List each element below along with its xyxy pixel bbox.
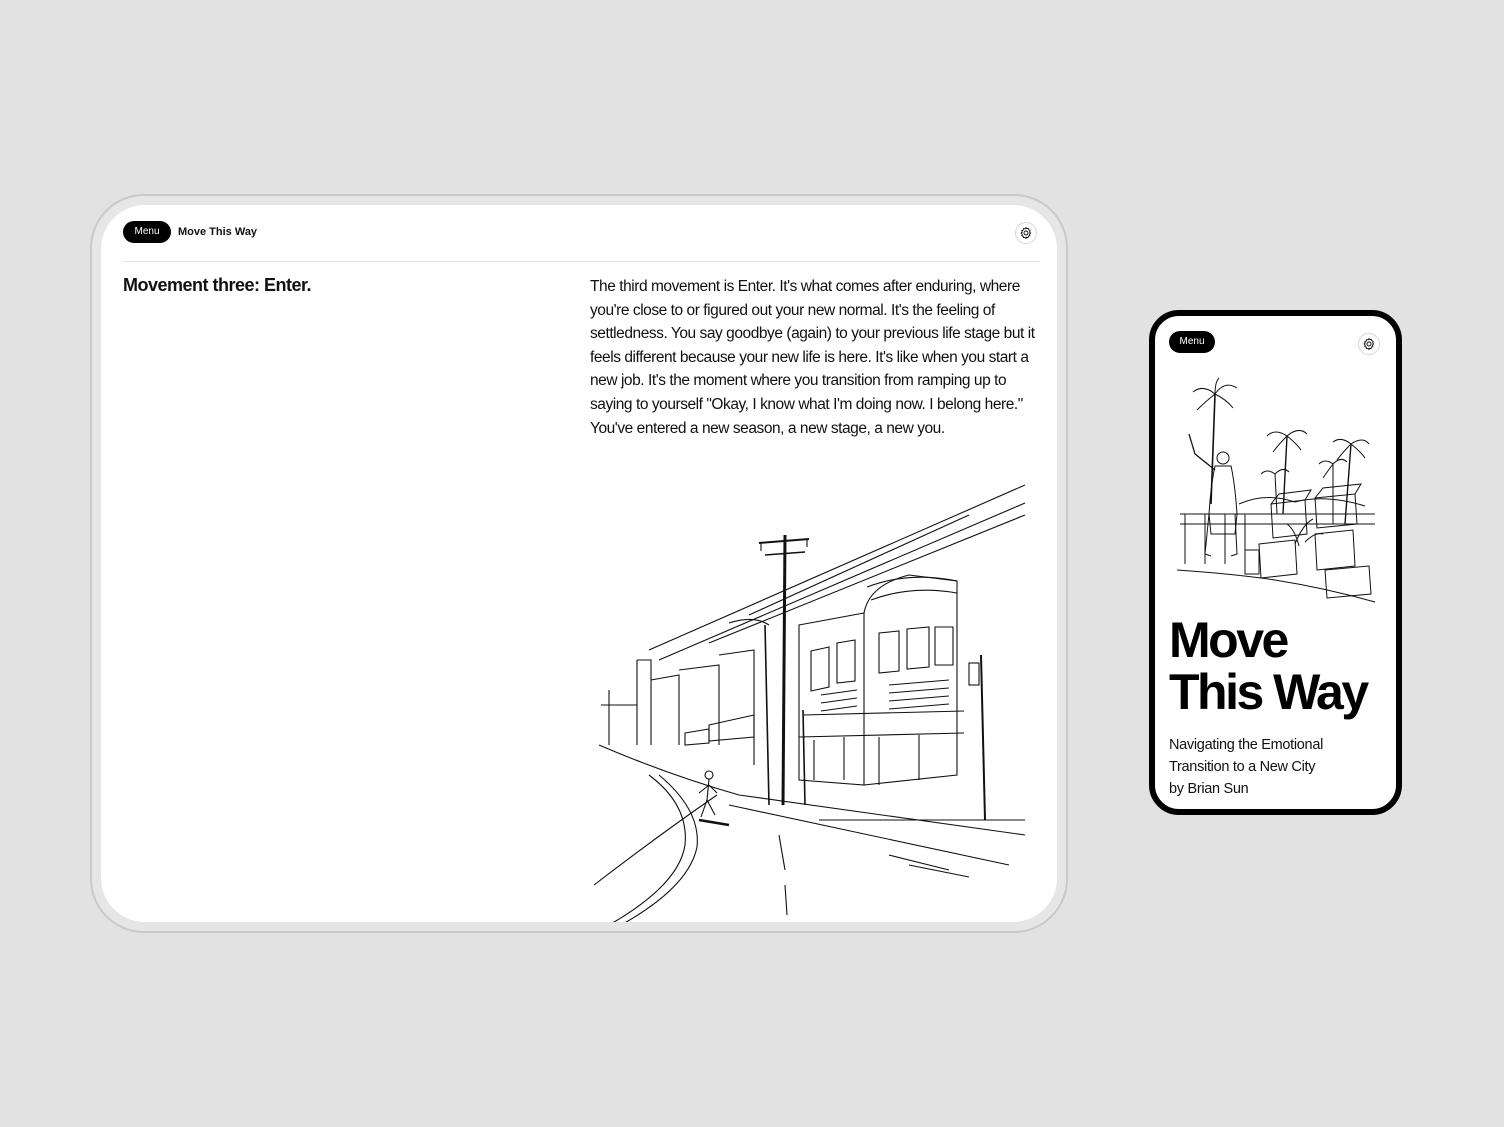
article-title: Move This Way (1169, 612, 1396, 720)
tablet-top-bar: Menu Move This Way (123, 221, 1039, 262)
showcase-stage: Menu Move This Way Movement three: Enter… (0, 0, 1504, 1127)
section-heading: Movement three: Enter. (123, 275, 312, 295)
palm-trees-illustration (1176, 377, 1376, 603)
site-title[interactable]: Move This Way (178, 225, 257, 239)
street-corner-illustration (593, 484, 1026, 922)
article-subtitle: Navigating the Emotional Transition to a … (1169, 734, 1389, 800)
section-body-text: The third movement is Enter. It's what c… (590, 278, 1035, 437)
byline: by Brian Sun (1169, 781, 1249, 797)
tablet-screen: Menu Move This Way Movement three: Enter… (101, 205, 1057, 922)
tablet-device: Menu Move This Way Movement three: Enter… (90, 194, 1068, 933)
settings-button[interactable] (1015, 222, 1037, 244)
title-line-1: Move (1169, 612, 1289, 668)
phone-device: Menu Move This Way Navigating the Emotio… (1149, 310, 1402, 815)
title-line-2: This Way (1169, 664, 1369, 720)
phone-settings-button[interactable] (1358, 333, 1380, 355)
subtitle-line-2: Transition to a New City (1169, 759, 1316, 775)
gear-icon (1363, 337, 1375, 351)
gear-icon (1020, 226, 1032, 240)
menu-button[interactable]: Menu (123, 221, 171, 243)
phone-menu-button[interactable]: Menu (1169, 331, 1215, 353)
subtitle-line-1: Navigating the Emotional (1169, 737, 1324, 753)
